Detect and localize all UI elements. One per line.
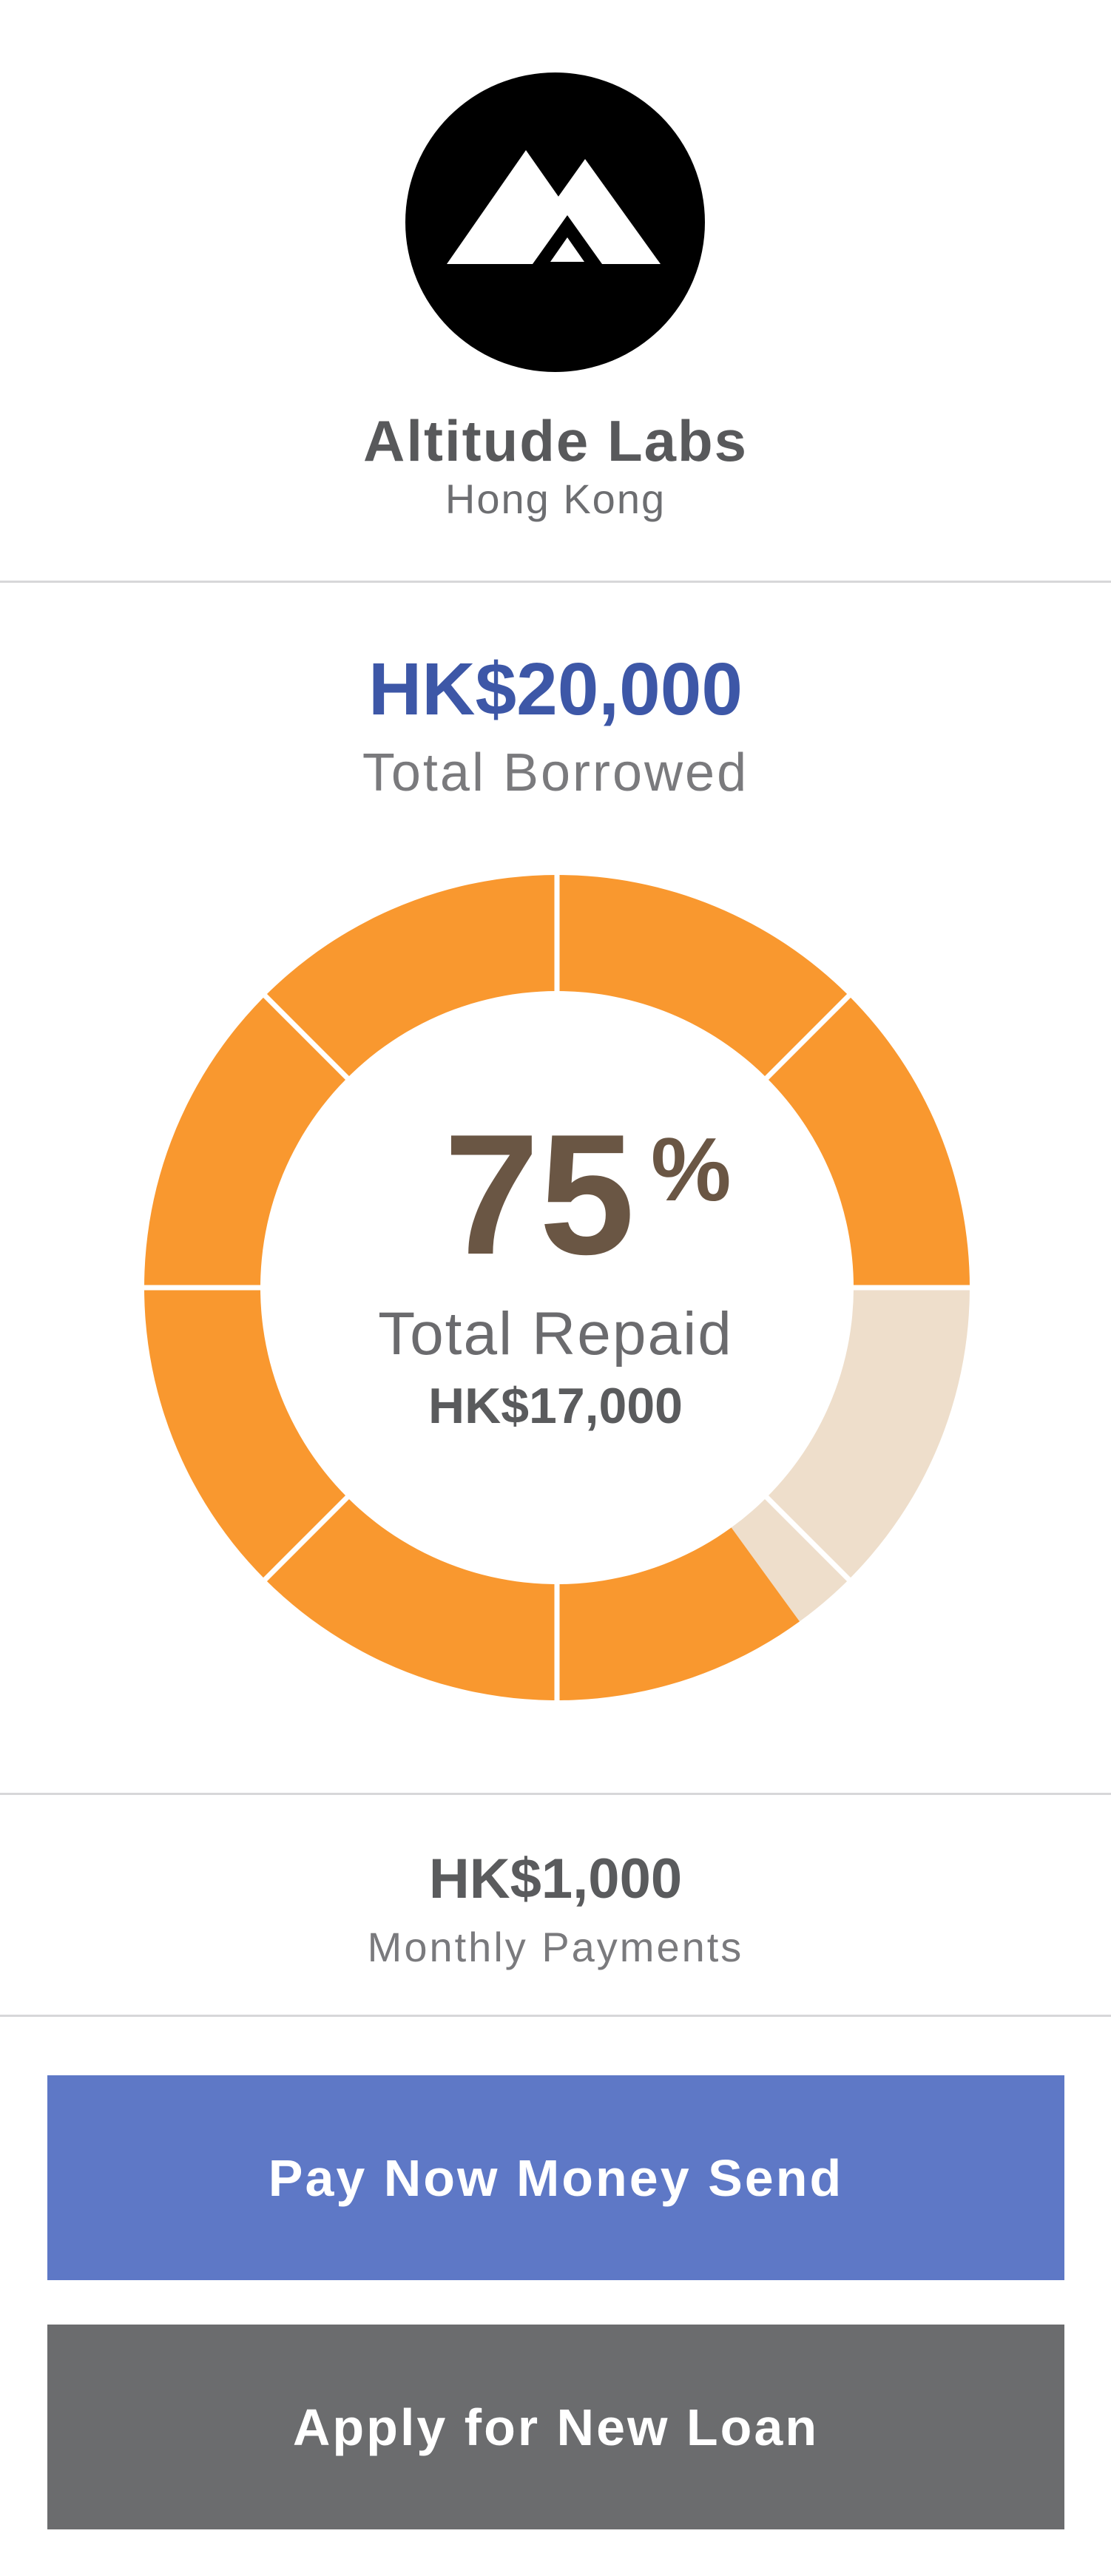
divider	[0, 1793, 1111, 1795]
apply-new-loan-button[interactable]: Apply for New Loan	[47, 2325, 1064, 2529]
total-borrowed-label: Total Borrowed	[362, 743, 749, 802]
total-repaid-label: Total Repaid	[378, 1300, 733, 1368]
total-repaid-amount: HK$17,000	[428, 1378, 683, 1434]
pay-now-button[interactable]: Pay Now Money Send	[47, 2075, 1064, 2280]
divider	[0, 581, 1111, 583]
repaid-percent-number: 75	[444, 1099, 635, 1291]
mountain-logo-icon	[447, 150, 661, 264]
divider	[0, 2015, 1111, 2017]
company-name: Altitude Labs	[362, 408, 748, 473]
monthly-payment-amount: HK$1,000	[428, 1848, 683, 1910]
total-borrowed-amount: HK$20,000	[368, 648, 743, 731]
repaid-percent-sign: %	[651, 1119, 732, 1220]
company-logo	[405, 72, 705, 372]
monthly-payment-label: Monthly Payments	[367, 1924, 744, 1970]
company-location: Hong Kong	[445, 476, 666, 522]
